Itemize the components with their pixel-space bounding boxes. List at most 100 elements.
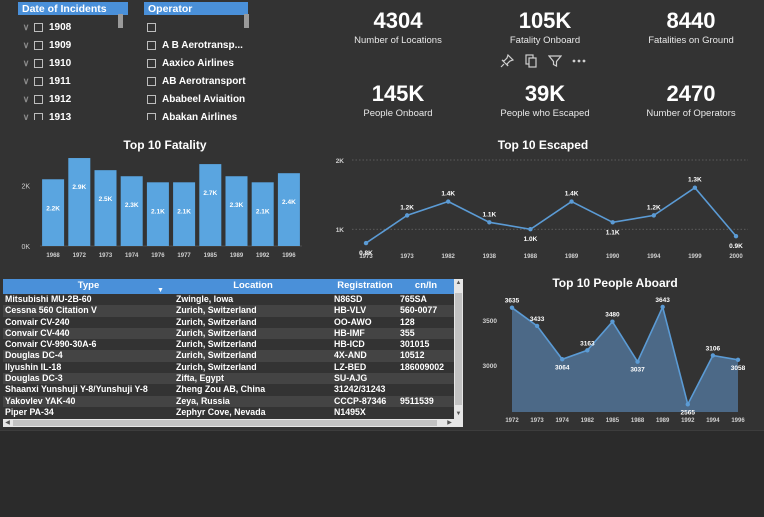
bar <box>94 170 117 246</box>
data-point <box>692 185 698 190</box>
data-point <box>685 402 690 407</box>
kpi-people-who-escaped: 39K People who Escaped <box>480 81 610 119</box>
slicer-item-label: Ababeel Aviaition <box>162 93 246 105</box>
slicer-item[interactable]: Abakan Airlines <box>147 108 248 120</box>
table-cell: Mitsubishi MU-2B-60 <box>5 294 92 304</box>
checkbox[interactable] <box>34 58 43 68</box>
slicer-item[interactable]: ∨ 1911 <box>18 72 128 90</box>
table-row[interactable]: Mitsubishi MU-2B-60 Zwingle, Iowa N86SD 765… <box>3 294 463 305</box>
escaped-line-chart: 1K2K0.8K19731.2K19731.4K19821.1K19381.0K… <box>336 158 748 260</box>
table-row[interactable]: Douglas DC-3 Zifta, Egypt SU-AJG <box>3 373 463 385</box>
table-row[interactable]: Convair CV-990-30A-6 Zurich, Switzerland H… <box>3 339 463 350</box>
filter-icon[interactable] <box>547 53 563 69</box>
pin-icon[interactable] <box>499 53 515 69</box>
scroll-left-icon[interactable]: ◀ <box>3 419 12 427</box>
scroll-up-icon[interactable]: ▲ <box>454 279 463 288</box>
checkbox[interactable] <box>147 22 156 32</box>
slicer-item[interactable]: Aaxico Airlines <box>147 54 248 72</box>
slicer-item-label: 1908 <box>49 21 72 33</box>
sort-descending-icon[interactable]: ▼ <box>157 287 164 294</box>
chevron-down-icon[interactable]: ∨ <box>18 112 34 121</box>
table-horizontal-scrollbar[interactable]: ◀ ▶ <box>3 419 454 427</box>
copy-icon[interactable] <box>523 53 539 69</box>
kpi-fatality-onboard: 105K Fatality Onboard <box>480 8 610 46</box>
scroll-thumb[interactable] <box>13 420 437 426</box>
checkbox[interactable] <box>34 22 43 32</box>
slicer-item-label: Abakan Airlines <box>162 111 238 121</box>
x-tick-label: 1974 <box>125 253 139 259</box>
table-row[interactable]: Ilyushin IL-18 Zurich, Switzerland LZ-BED 1… <box>3 362 463 373</box>
table-row[interactable]: Convair CV-240 Zurich, Switzerland OO-AWO 1… <box>3 317 463 328</box>
scroll-thumb[interactable] <box>455 293 462 405</box>
slicer-item[interactable]: AB Aerotransport <box>147 72 248 90</box>
checkbox[interactable] <box>34 94 43 104</box>
column-header-location[interactable]: Location <box>174 279 332 294</box>
people-aboard-chart-title: Top 10 People Aboard <box>552 276 678 290</box>
more-options-icon[interactable] <box>571 53 587 69</box>
chevron-down-icon[interactable]: ∨ <box>18 22 34 33</box>
y-tick-label: 1K <box>336 227 345 234</box>
table-cell: OO-AWO <box>334 316 372 327</box>
slicer-item[interactable]: ∨ 1908 <box>18 18 128 36</box>
table-cell: Douglas DC-3 <box>5 373 63 384</box>
x-tick-label: 1985 <box>204 253 218 259</box>
chevron-down-icon[interactable]: ∨ <box>18 40 34 51</box>
table-body: Mitsubishi MU-2B-60 Zwingle, Iowa N86SD 765… <box>3 294 463 418</box>
slicer-item[interactable]: ∨ 1909 <box>18 36 128 54</box>
slicer-item[interactable]: ∨ 1912 <box>18 90 128 108</box>
operator-slicer[interactable]: Operator A B Aerotransp... Aaxico Airline… <box>144 2 248 120</box>
bar <box>225 176 248 246</box>
operator-slicer-scrollbar[interactable] <box>244 14 249 28</box>
scroll-down-icon[interactable]: ▼ <box>454 410 463 419</box>
data-point <box>534 323 540 329</box>
table-cell: 355 <box>400 327 415 338</box>
data-point <box>509 305 515 310</box>
table-row[interactable]: Cessna 560 Citation V Zurich, Switzerland… <box>3 305 463 317</box>
checkbox[interactable] <box>147 40 156 50</box>
table-cell: LZ-BED <box>334 361 367 372</box>
y-tick-label: 3000 <box>483 363 498 370</box>
slicer-item[interactable]: A B Aerotransp... <box>147 36 248 54</box>
column-header-cn-in[interactable]: cn/In <box>398 279 454 294</box>
table-row[interactable]: Convair CV-440 Zurich, Switzerland HB-IMF 3… <box>3 327 463 340</box>
slicer-item[interactable]: ∨ 1913 <box>18 108 128 120</box>
chevron-down-icon[interactable]: ∨ <box>18 58 34 69</box>
column-header-type[interactable]: Type <box>3 279 174 294</box>
data-point <box>585 348 590 353</box>
table-row[interactable]: Shaanxi Yunshuji Y-8/Yunshuji Y-8 Zheng Z… <box>3 384 463 395</box>
checkbox[interactable] <box>147 112 156 120</box>
point-data-label: 2565 <box>681 409 696 416</box>
checkbox[interactable] <box>34 40 43 50</box>
date-slicer[interactable]: Date of Incidents ∨ 1908 ∨ 1909 ∨ 1910 ∨ 1911 ∨ 1… <box>18 2 128 120</box>
incidents-table[interactable]: Type Location Registration cn/In ▼ Mitsu… <box>3 279 463 427</box>
date-slicer-scrollbar[interactable] <box>118 14 123 28</box>
x-tick-label: 1976 <box>151 253 165 259</box>
slicer-item[interactable]: ∨ 1910 <box>18 54 128 72</box>
table-vertical-scrollbar[interactable]: ▲ ▼ <box>454 279 463 427</box>
kpi-label: Number of Locations <box>354 35 442 46</box>
bar <box>68 158 91 246</box>
checkbox[interactable] <box>147 58 156 68</box>
column-header-registration[interactable]: Registration <box>332 279 398 294</box>
table-cell: Zurich, Switzerland <box>176 305 257 316</box>
visual-header-toolbar <box>499 53 587 69</box>
point-data-label: 1.2K <box>647 204 661 211</box>
table-row[interactable]: Yakovlev YAK-40 Zeya, Russia CCCP-87346 951… <box>3 395 463 407</box>
point-data-label: 1.4K <box>441 191 455 198</box>
checkbox[interactable] <box>34 76 43 86</box>
slicer-item[interactable]: Ababeel Aviaition <box>147 90 248 108</box>
checkbox[interactable] <box>34 112 43 120</box>
checkbox[interactable] <box>147 94 156 104</box>
data-point <box>404 213 410 218</box>
table-cell: Zurich, Switzerland <box>176 361 257 372</box>
checkbox[interactable] <box>147 76 156 86</box>
table-cell: N1495X <box>334 406 366 417</box>
table-row[interactable]: Douglas DC-4 Zurich, Switzerland 4X-AND 105… <box>3 350 463 362</box>
x-tick-label: 1989 <box>230 253 244 259</box>
table-row[interactable]: Piper PA-34 Zephyr Cove, Nevada N1495X <box>3 407 463 418</box>
scroll-right-icon[interactable]: ▶ <box>445 419 454 427</box>
chevron-down-icon[interactable]: ∨ <box>18 76 34 87</box>
chevron-down-icon[interactable]: ∨ <box>18 94 34 105</box>
point-data-label: 0.9K <box>729 243 743 250</box>
slicer-item[interactable] <box>147 18 248 36</box>
